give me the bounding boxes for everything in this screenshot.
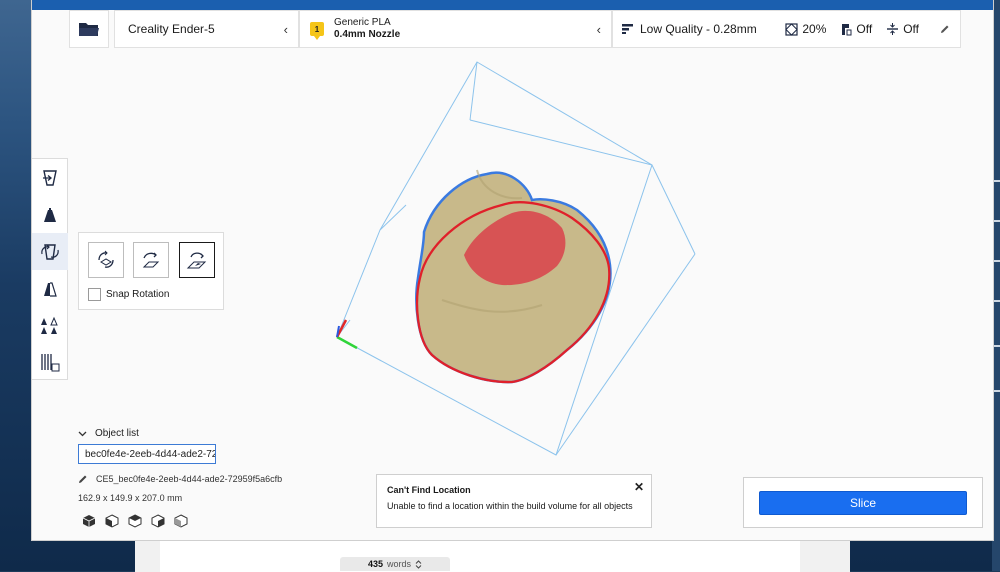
open-file-button[interactable] [69,10,109,48]
view-3d-icon[interactable] [82,514,96,528]
view-right-icon[interactable] [174,514,188,528]
view-left-icon[interactable] [151,514,165,528]
scale-tool[interactable] [32,196,68,233]
infill-setting[interactable]: 20% [785,22,826,36]
object-list-toggle[interactable]: Object list [78,428,139,439]
support-blocker-icon [41,353,60,371]
adhesion-icon [887,23,899,35]
reset-rotation-icon [98,250,114,268]
toast-title: Can't Find Location [387,485,471,495]
camera-view-buttons [82,514,188,528]
tool-toolbar [32,158,68,380]
rotate-tool-panel: Snap Rotation [78,232,224,310]
toast-message: Unable to find a location within the bui… [387,501,633,511]
chevron-left-icon: ‹ [283,21,288,37]
infill-value: 20% [802,22,827,36]
notification-toast: Can't Find Location Unable to find a loc… [376,474,652,528]
printer-name: Creality Ender-5 [128,22,215,36]
move-tool[interactable] [32,159,68,196]
per-model-settings-tool[interactable] [32,307,68,344]
model-object[interactable] [415,169,612,384]
cura-window: Creality Ender-5 ‹ 1 Generic PLA 0.4mm N… [31,0,994,541]
object-name-row[interactable]: CE5_bec0fe4e-2eeb-4d44-ade2-72959f5a6cfb [78,474,282,484]
material-selector[interactable]: 1 Generic PLA 0.4mm Nozzle ‹ [299,10,612,48]
select-face-to-align-button[interactable] [179,242,215,278]
object-list-heading: Object list [95,428,139,439]
object-name: CE5_bec0fe4e-2eeb-4d44-ade2-72959f5a6cfb [96,474,283,484]
slice-panel: Slice [743,477,983,528]
profile-icon [622,24,633,34]
chevron-left-icon: ‹ [596,21,601,37]
view-top-icon[interactable] [128,514,142,528]
word-count-indicator[interactable]: 435 words [340,557,450,571]
pencil-icon [79,475,87,483]
snap-rotation-option[interactable]: Snap Rotation [88,288,169,301]
support-icon [842,23,852,35]
lay-flat-icon [142,252,160,268]
per-model-settings-icon [41,316,58,334]
updown-icon [415,559,422,569]
snap-rotation-checkbox[interactable] [88,288,101,301]
material-name: Generic PLA [334,17,391,28]
adhesion-setting[interactable]: Off [886,22,919,36]
scale-tool-icon [44,207,56,222]
support-value: Off [856,22,873,36]
word-count-value: 435 [367,559,383,569]
slice-button[interactable]: Slice [759,491,967,515]
move-tool-icon [43,169,57,186]
lay-flat-button[interactable] [133,242,169,278]
support-setting[interactable]: Off [840,22,872,36]
infill-icon [785,22,799,36]
object-list-selected-item[interactable]: bec0fe4e-2eeb-4d44-ade2-72... [78,444,216,464]
nozzle-size: 0.4mm Nozzle [334,29,401,40]
object-dimensions: 162.9 x 149.9 x 207.0 mm [78,493,183,503]
profile-name: Low Quality - 0.28mm [640,22,757,36]
close-icon[interactable]: ✕ [634,480,644,494]
reset-rotation-button[interactable] [88,242,124,278]
chevron-down-icon [78,431,87,436]
snap-rotation-label: Snap Rotation [106,289,170,300]
rotate-tool[interactable] [32,233,68,270]
printer-selector[interactable]: Creality Ender-5 ‹ [114,10,299,48]
mirror-tool[interactable] [32,270,68,307]
select-face-icon [186,252,207,269]
folder-icon [79,23,99,36]
background-document-window [135,540,850,572]
view-front-icon[interactable] [105,514,119,528]
material-badge-icon: 1 [310,22,324,40]
rotate-tool-icon [41,243,59,260]
adhesion-value: Off [903,22,919,36]
mirror-tool-icon [44,281,57,297]
edit-icon[interactable] [939,24,950,35]
print-settings-selector[interactable]: Low Quality - 0.28mm 20% Off Off [612,10,961,48]
object-list-panel: Object list bec0fe4e-2eeb-4d44-ade2-72..… [78,428,282,528]
support-blocker-tool[interactable] [32,344,68,381]
background-document-page [160,541,800,572]
word-count-label: words [387,559,412,569]
